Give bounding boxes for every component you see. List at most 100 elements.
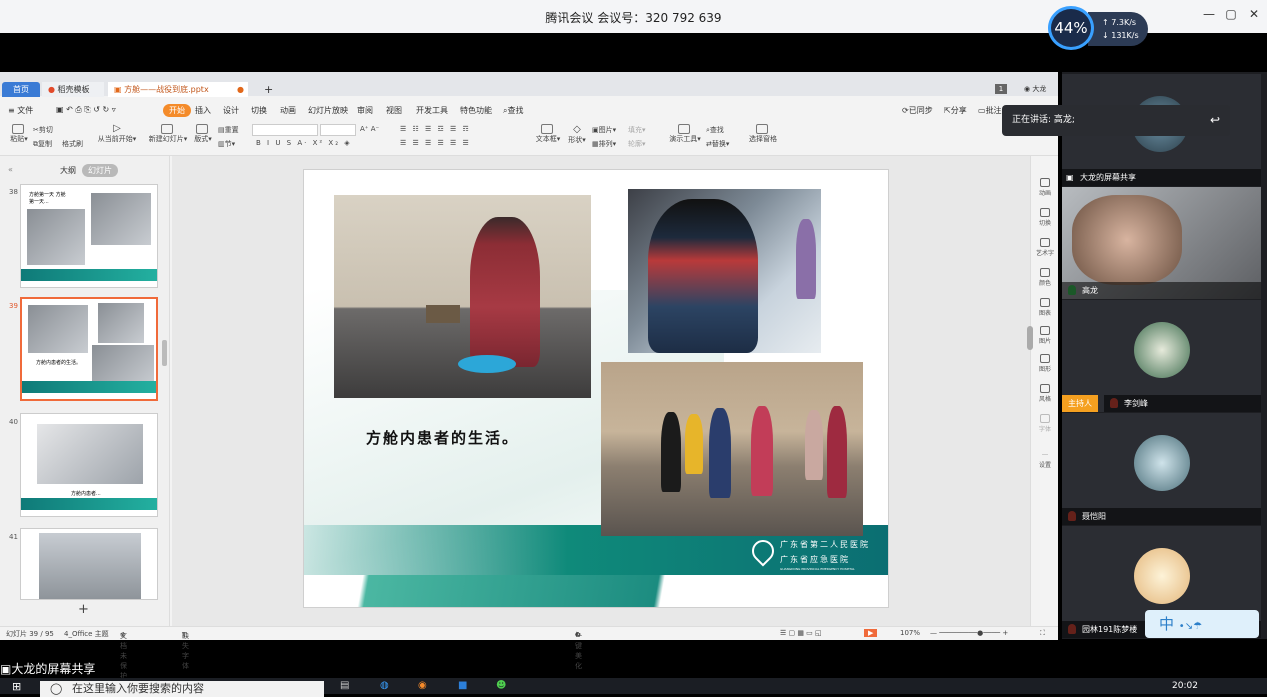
tool-transition[interactable]: 切换 (1031, 208, 1059, 227)
user-account[interactable]: ◉ 大龙 (1018, 82, 1046, 97)
fit-window-icon[interactable]: ⛶ (1040, 629, 1045, 638)
play-slideshow-button[interactable]: ▶ (864, 629, 878, 637)
browser-icon[interactable]: ◍ (380, 680, 389, 691)
zoom-level[interactable]: 107% (900, 629, 920, 637)
section-button[interactable]: ▥节▾ (218, 139, 235, 149)
tab-home[interactable]: 首页 (2, 82, 40, 97)
slide-thumb-40[interactable]: 方舱内患者... (20, 413, 158, 517)
menu-transition[interactable]: 切换 (251, 105, 267, 116)
play-from-current-button[interactable]: ▷ 从当前开始▾ (95, 123, 139, 144)
canvas-scrollbar[interactable] (1027, 326, 1033, 350)
font-grow-shrink-icons[interactable]: A⁺ A⁻ (360, 125, 379, 133)
menu-insert[interactable]: 插入 (195, 105, 211, 116)
cut-button[interactable]: ✂剪切 (33, 125, 53, 135)
photo-patient-foot-bath[interactable] (334, 195, 591, 398)
comment-button[interactable]: ▭批注 (978, 105, 1002, 116)
share-button[interactable]: ⇱分享 (944, 105, 967, 116)
slide-caption[interactable]: 方舱内患者的生活。 (366, 427, 519, 448)
search-icon: ◯ (50, 682, 63, 695)
copy-button[interactable]: ⧉复制 (33, 139, 52, 149)
chart-icon (1040, 298, 1050, 307)
tab-template[interactable]: ● 稻壳模板 (42, 82, 104, 97)
tool-picture[interactable]: 图片 (1031, 326, 1059, 345)
text-box-button[interactable]: 文本框▾ (534, 124, 562, 144)
font-style-icons[interactable]: B I U S A· X² X₂ ◈ (256, 139, 352, 147)
photo-patients-water[interactable] (601, 362, 863, 536)
heart-logo-icon (747, 535, 779, 567)
menu-design[interactable]: 设计 (223, 105, 239, 116)
reset-button[interactable]: ▤重置 (218, 125, 239, 135)
menu-start[interactable]: 开始 (163, 104, 191, 117)
paragraph-icons[interactable]: ☰ ☷ ☰ ☲ ☰ ☶ (400, 125, 471, 133)
tool-chart[interactable]: 图表 (1031, 298, 1059, 317)
participant-tile-niekaiyang[interactable]: 聂恺阳 (1062, 413, 1261, 525)
find-button[interactable]: ⌕查找 (706, 125, 724, 135)
menu-slideshow[interactable]: 幻灯片放映 (308, 105, 348, 116)
beautify-button[interactable]: ✿ 一键美化 ▴ (575, 629, 582, 670)
new-slide-button[interactable]: 新建幻灯片▾ (146, 124, 190, 144)
font-size-select[interactable] (320, 124, 356, 136)
windows-start-icon[interactable]: ⊞ (12, 680, 21, 693)
menu-special[interactable]: 特色功能 (460, 105, 492, 116)
logo-line-1: 广东省第二人民医院 (780, 540, 870, 549)
replace-button[interactable]: ⇄替换▾ (706, 139, 729, 149)
ime-widget[interactable]: 中 •↘☂ (1145, 610, 1259, 638)
participant-tile-gaolong[interactable]: 高龙 (1062, 187, 1261, 299)
participant-tile-lijianfeng[interactable]: 主持人 李剑峰 (1062, 300, 1261, 412)
close-button[interactable]: ✕ (1243, 7, 1265, 25)
tool-color[interactable]: 颜色 (1031, 268, 1059, 287)
align-icons[interactable]: ☰ ☰ ☰ ☰ ☰ ☰ (400, 139, 471, 147)
wps-icon[interactable]: ◉ (418, 680, 427, 691)
view-mode-icons[interactable]: ☰ ▢ ▦ ▭ ◱ (780, 629, 822, 637)
zoom-slider[interactable]: — ─────────●──── + (930, 629, 1008, 637)
tool-graphic[interactable]: 图形 (1031, 354, 1059, 373)
select-pane-button[interactable]: 选择窗格 (746, 124, 780, 144)
tab-slides[interactable]: 幻灯片 (82, 164, 118, 177)
font-name-select[interactable] (252, 124, 318, 136)
taskbar-search-input[interactable]: ◯ 在这里输入你要搜索的内容 (40, 681, 324, 697)
quick-toolbar-icons[interactable]: ▣ ↶ ⎙ ⎘ ↺ ↻ ▿ (56, 105, 116, 115)
menu-view[interactable]: 视图 (386, 105, 402, 116)
slide-thumb-41[interactable] (20, 528, 158, 600)
maximize-button[interactable]: ▢ (1220, 7, 1242, 25)
network-status[interactable]: ↑ 7.3K/s ↓ 131K/s 44% (1048, 6, 1148, 50)
current-slide[interactable]: 方舱内患者的生活。 广东省第二人民医院 广东省应急医院 GUANGDONG PR… (303, 169, 889, 608)
task-view-icon[interactable]: ▤ (340, 680, 349, 691)
add-slide-button[interactable]: + (78, 602, 89, 617)
tab-outline[interactable]: 大纲 (54, 164, 82, 177)
slide-thumb-38[interactable]: 方舱第一天 方舱第一天... (20, 184, 158, 288)
layout-button[interactable]: 版式▾ (192, 124, 214, 144)
outline-button[interactable]: 轮廓▾ (628, 139, 646, 149)
fill-button[interactable]: 填充▾ (628, 125, 646, 135)
collapse-arrow-icon[interactable]: ↩ (1210, 105, 1220, 136)
menu-developer[interactable]: 开发工具 (416, 105, 448, 116)
meeting-app-icon[interactable]: ■ (458, 680, 467, 691)
tab-document[interactable]: ▣ 方舱——战役到底.pptx ● (108, 82, 248, 97)
slide-thumb-39[interactable]: 方舱内患者的生活。 (20, 297, 158, 401)
style-icon (1040, 384, 1050, 393)
menu-animation[interactable]: 动画 (280, 105, 296, 116)
tool-wordart[interactable]: 艺术字 (1031, 238, 1059, 257)
participant-name: 聂恺阳 (1062, 508, 1261, 525)
paste-button[interactable]: 粘贴▾ (6, 124, 32, 144)
slide-counter: 幻灯片 39 / 95 (6, 630, 54, 638)
arrange-button[interactable]: ▦排列▾ (592, 139, 616, 149)
presentation-tools-button[interactable]: 演示工具▾ (668, 124, 702, 144)
menu-search[interactable]: ⌕查找 (503, 105, 523, 116)
panel-scrollbar[interactable] (162, 340, 167, 366)
tool-style[interactable]: 风格 (1031, 384, 1059, 403)
collapse-panel-icon[interactable]: « (2, 164, 19, 175)
wechat-icon[interactable]: ☻ (496, 680, 506, 691)
photo-patient-phone[interactable] (628, 189, 821, 353)
minimize-button[interactable]: — (1198, 7, 1220, 25)
picture-button[interactable]: ▣图片▾ (592, 125, 616, 135)
tool-font[interactable]: 字体 (1031, 414, 1059, 433)
format-painter-button[interactable]: 格式刷 (62, 139, 83, 149)
tool-settings[interactable]: … 设置 (1031, 450, 1059, 469)
shape-button[interactable]: ◇ 形状▾ (566, 124, 588, 145)
menu-review[interactable]: 审阅 (357, 105, 373, 116)
new-tab-button[interactable]: + (258, 82, 273, 97)
sync-button[interactable]: ⟳已同步 (902, 105, 933, 116)
tool-animation[interactable]: 动画 (1031, 178, 1059, 197)
menu-file[interactable]: ≡ 文件 (8, 105, 33, 116)
